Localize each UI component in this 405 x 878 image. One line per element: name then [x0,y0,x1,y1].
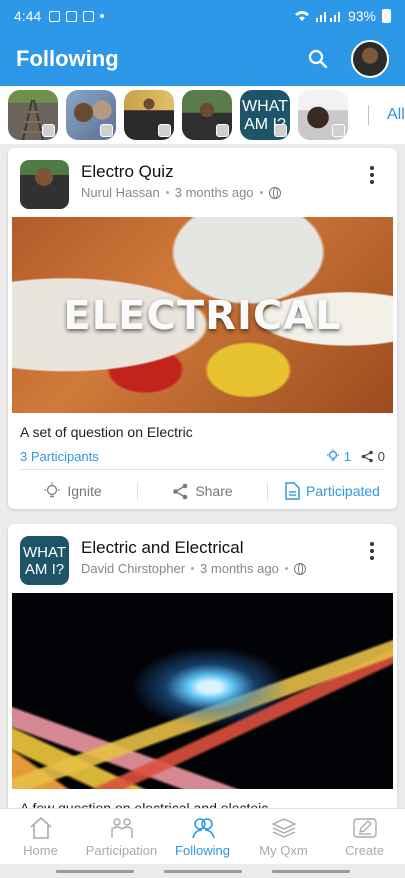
nav-home-label: Home [23,842,58,858]
story-item-person-dark[interactable] [298,90,348,140]
nav-my-qxm-label: My Qxm [259,842,308,858]
following-icon [191,817,215,838]
quiz-meta: David Chirstopher 3 months ago [81,561,306,576]
nav-following[interactable]: Following [162,809,243,864]
edit-icon [352,817,377,838]
notification-icons [49,10,105,22]
page-title: Following [16,46,119,71]
stories-divider [368,105,369,125]
story-item-person-standing[interactable] [124,90,174,140]
document-icon [285,482,300,500]
more-options-icon[interactable] [369,542,375,560]
nav-create-label: Create [344,842,385,858]
nav-home[interactable]: Home [0,809,81,864]
quiz-author[interactable]: David Chirstopher [81,561,185,576]
profile-avatar[interactable] [351,40,389,78]
story-item-selfie-group[interactable] [66,90,116,140]
gallery-icon [49,10,61,22]
ignite-label: Ignite [67,483,102,499]
share-count: 0 [377,449,385,464]
card-actions: Ignite Share Participated [8,474,397,508]
app-icon [83,10,95,22]
layers-icon [270,817,297,838]
wifi-icon [294,11,309,21]
share-icon [173,483,188,499]
quiz-stats: 1 0 [326,449,385,464]
participants-link[interactable]: 3 Participants [20,449,99,464]
share-small-icon [361,450,373,463]
participation-icon [110,817,133,838]
system-gesture-bar [0,864,405,878]
banner-text: ELECTRICAL [63,293,342,339]
story-badge-icon [158,124,171,137]
signal-icon [315,12,340,22]
separator-dot [259,191,263,194]
quiz-card[interactable]: Electro Quiz Nurul Hassan 3 months ago E… [8,148,397,509]
card-divider [20,469,385,470]
more-notifications-icon [100,14,105,18]
home-icon [29,816,52,839]
ignite-button[interactable]: Ignite [8,482,137,500]
story-badge-icon [216,124,229,137]
nav-following-label: Following [175,842,230,858]
quiz-thumbnail[interactable] [20,160,69,209]
participated-button[interactable]: Participated [268,482,397,500]
quiz-title[interactable]: Electric and Electrical [81,538,244,558]
quiz-description: A set of question on Electric [20,424,193,440]
quiz-meta: Nurul Hassan 3 months ago [81,185,281,200]
card-header: WHAT AM I? Electric and Electrical David… [8,524,397,592]
bulb-icon [44,482,61,498]
nav-participation-label: Participation [85,842,158,858]
story-item-person-portrait[interactable] [182,90,232,140]
story-item-what-am-i[interactable]: WHAT AM I? [240,90,290,140]
gesture-handle[interactable] [163,869,242,873]
share-stat: 0 [361,449,385,464]
nav-participation[interactable]: Participation [81,809,162,864]
more-options-icon[interactable] [369,166,375,184]
battery-percent: 93% [347,8,376,24]
story-item-railway[interactable] [8,90,58,140]
following-stories: WHAT AM I? All [0,86,405,144]
bulb-icon [327,449,340,461]
separator-dot [165,191,169,194]
globe-icon [293,562,306,575]
quiz-author[interactable]: Nurul Hassan [81,185,160,200]
quiz-banner-image[interactable] [12,593,393,789]
quiz-time: 3 months ago [174,185,254,200]
story-badge-icon [42,124,55,137]
status-bar: 4:44 93% [0,0,405,32]
app-bar: Following [0,32,405,86]
nav-my-qxm[interactable]: My Qxm [243,809,324,864]
ignite-stat: 1 [326,449,351,464]
card-header: Electro Quiz Nurul Hassan 3 months ago [8,148,397,216]
nav-create[interactable]: Create [324,809,405,864]
share-button[interactable]: Share [138,483,267,500]
story-badge-icon [100,124,113,137]
share-label: Share [195,483,233,499]
participated-label: Participated [306,483,380,499]
quiz-title[interactable]: Electro Quiz [81,162,174,182]
status-time: 4:44 [14,8,42,24]
globe-icon [268,186,281,199]
story-badge-icon [332,124,345,137]
thumbnail-text: WHAT AM I? [22,543,67,578]
story-badge-icon [274,124,287,137]
all-stories-link[interactable]: All [387,106,405,124]
bottom-navigation: Home Participation Following My Qxm Crea… [0,808,405,864]
search-icon[interactable] [307,48,329,70]
quiz-time: 3 months ago [200,561,279,576]
gesture-handle[interactable] [271,869,350,873]
quiz-card[interactable]: WHAT AM I? Electric and Electrical David… [8,524,397,824]
battery-icon [382,9,391,23]
separator-dot [191,567,195,570]
gesture-handle[interactable] [55,869,134,873]
quiz-thumbnail[interactable]: WHAT AM I? [20,536,69,585]
download-icon [66,10,78,22]
quiz-banner-image[interactable]: ELECTRICAL [12,217,393,413]
ignite-count: 1 [343,449,352,464]
separator-dot [284,567,288,570]
